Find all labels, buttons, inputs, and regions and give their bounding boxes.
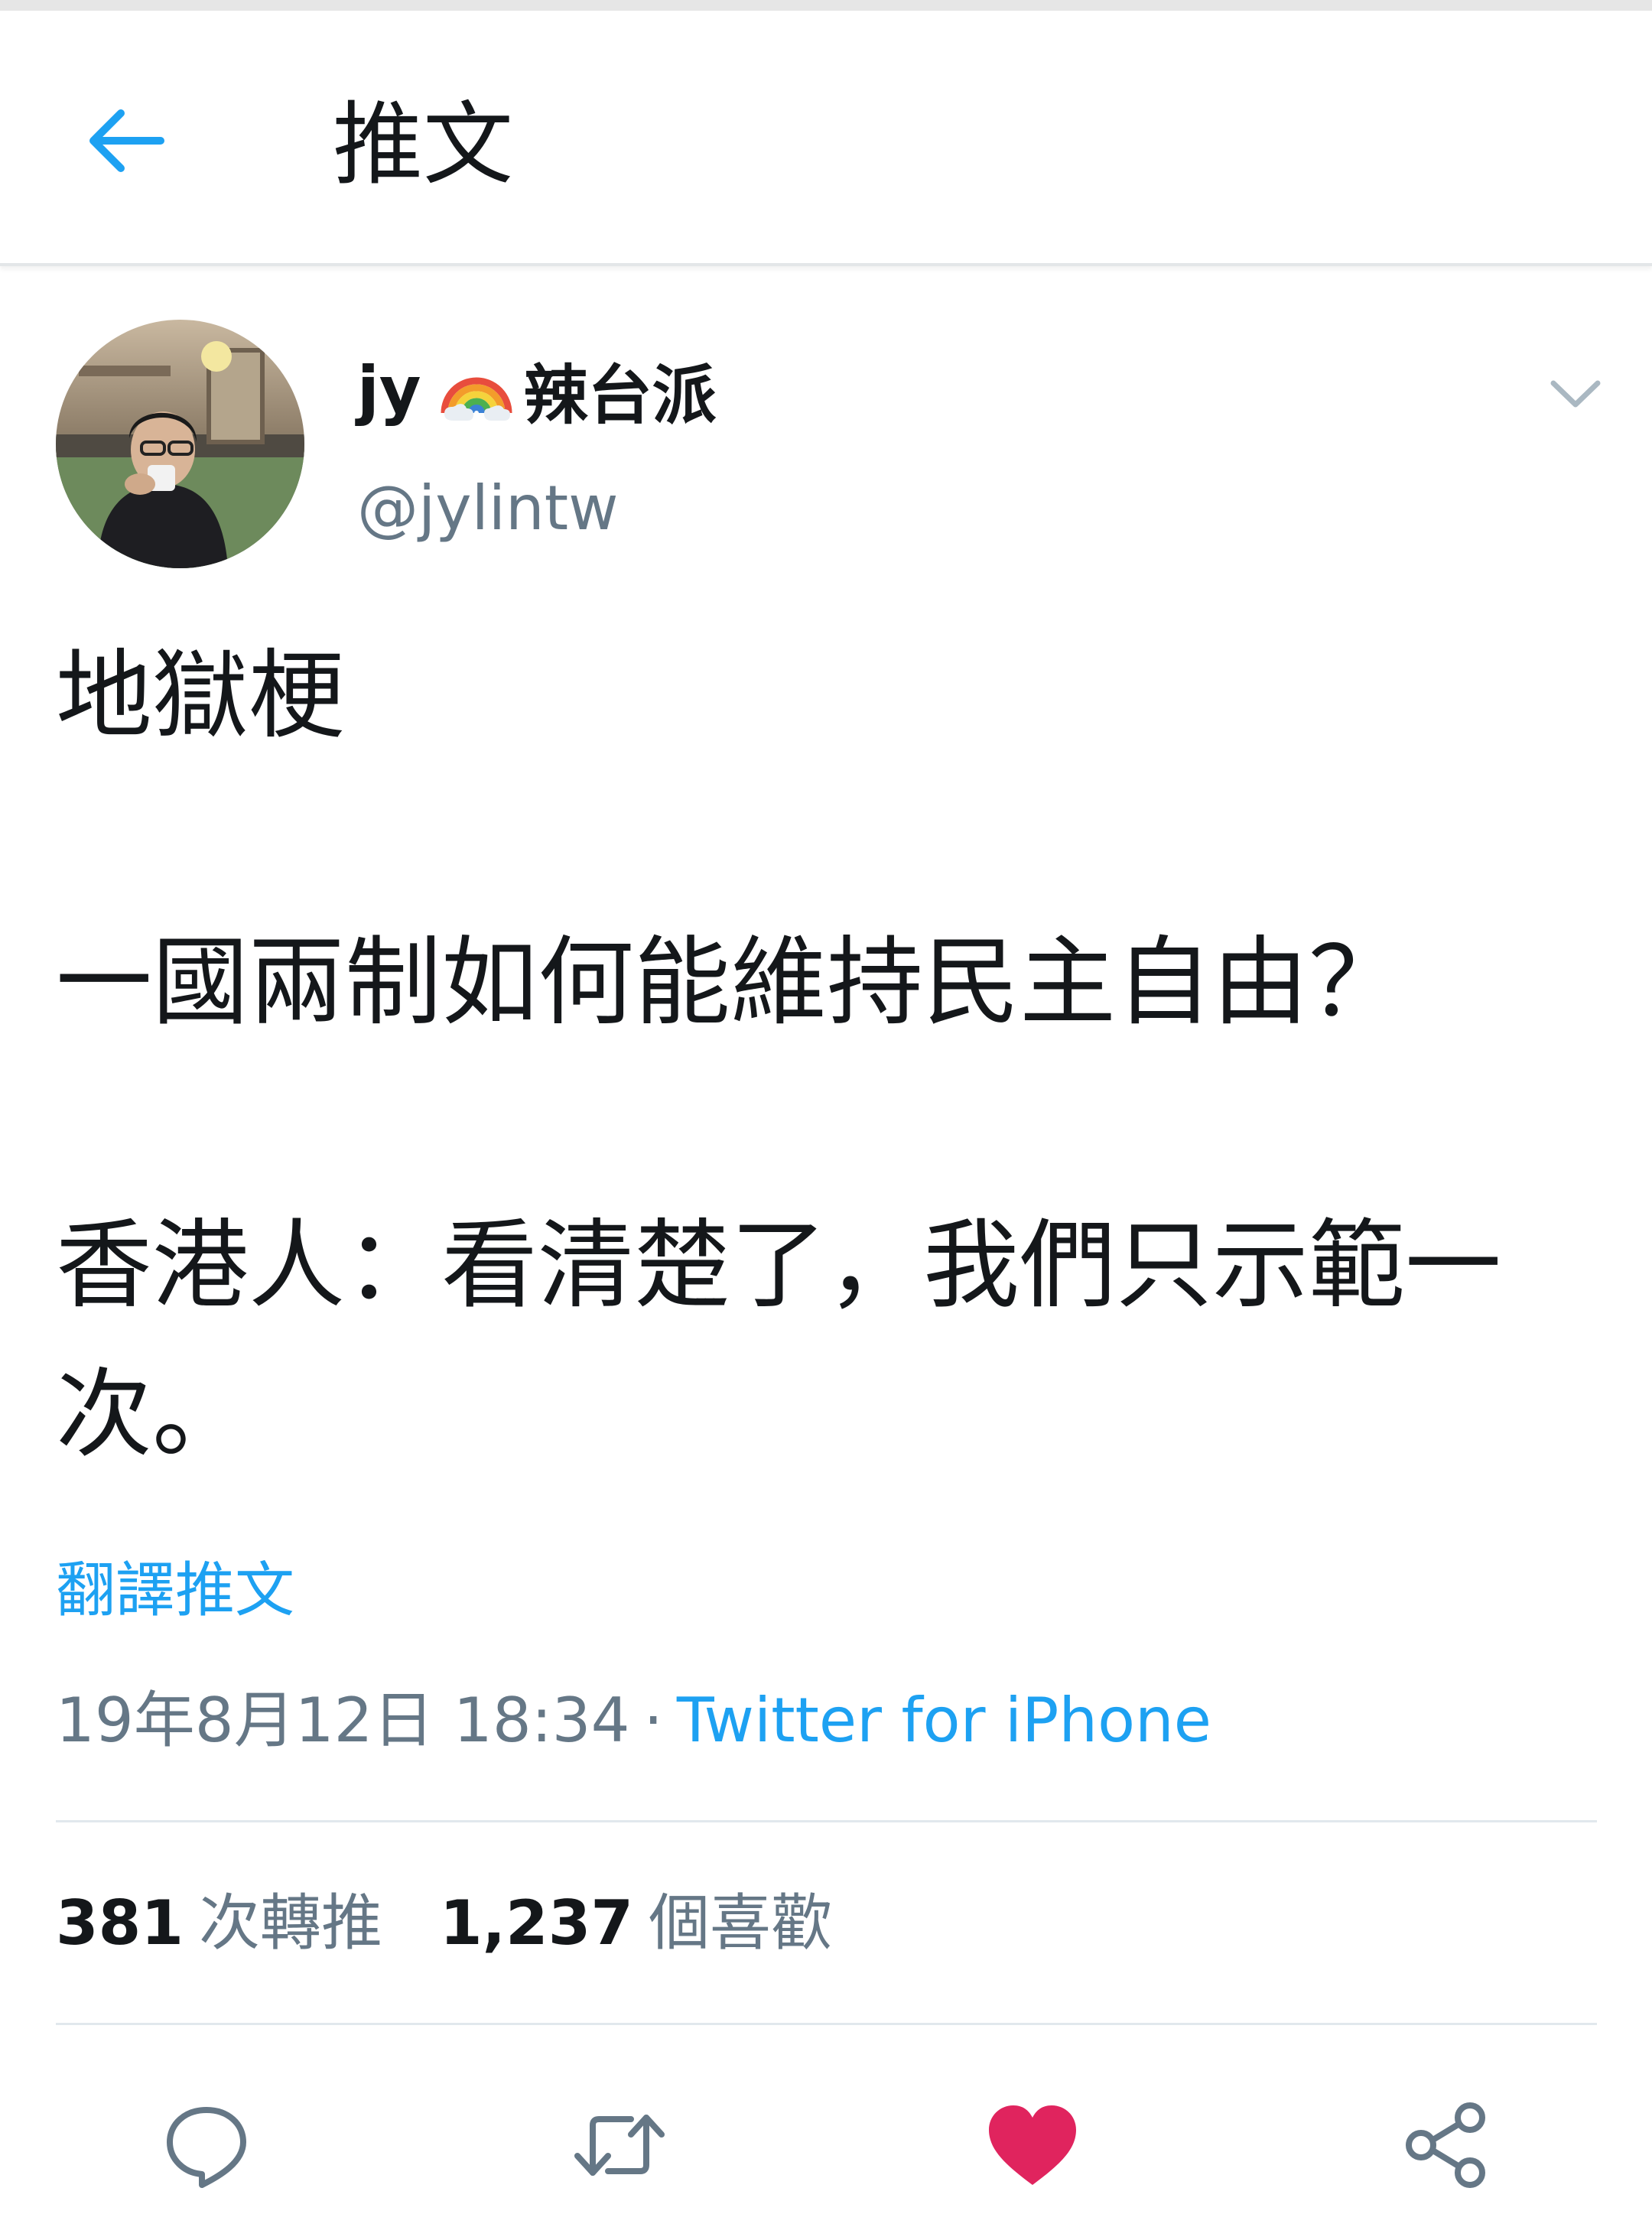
retweet-count[interactable]: 381 — [56, 1887, 184, 1959]
tweet-text-line: 香港人：看清楚了，我們只示範一 — [56, 1209, 1501, 1322]
like-button[interactable] — [975, 2088, 1090, 2203]
back-button[interactable] — [69, 83, 184, 198]
page-title: 推文 — [333, 92, 514, 197]
divider — [56, 1820, 1597, 1822]
rainbow-emoji-icon — [441, 377, 512, 421]
display-name-suffix: 辣台派 — [523, 357, 717, 433]
divider — [56, 2023, 1597, 2025]
meta-separator: · — [643, 1685, 663, 1756]
tweet-options-button[interactable] — [1537, 356, 1614, 432]
like-count[interactable]: 1,237 — [440, 1887, 633, 1959]
retweet-button[interactable] — [562, 2088, 677, 2203]
tweet-text-line: 次。 — [56, 1358, 249, 1471]
avatar-photo — [56, 320, 304, 568]
display-name-prefix: jy — [357, 353, 421, 428]
like-count-label[interactable]: 個喜歡 — [649, 1887, 832, 1959]
share-icon — [1406, 2102, 1485, 2188]
arrow-left-icon — [89, 109, 164, 172]
retweet-icon — [574, 2115, 665, 2176]
retweet-count-label[interactable]: 次轉推 — [199, 1887, 382, 1959]
translate-tweet-link[interactable]: 翻譯推文 — [56, 1549, 294, 1633]
avatar[interactable] — [56, 320, 304, 568]
tweet-text-line: 一國兩制如何能維持民主自由？ — [56, 926, 1405, 1039]
share-button[interactable] — [1388, 2088, 1503, 2203]
user-handle[interactable]: @jylintw — [357, 467, 619, 551]
tweet-timestamp: 19年8月12日 18:34 — [56, 1685, 630, 1756]
tweet-text-line: 地獄梗 — [56, 639, 345, 752]
reply-bubble-icon — [167, 2107, 246, 2188]
display-name[interactable]: jy 辣台派 — [357, 348, 717, 433]
heart-icon — [989, 2105, 1076, 2185]
chevron-down-icon — [1550, 380, 1601, 408]
reply-button[interactable] — [149, 2088, 264, 2203]
status-bar-strip — [0, 0, 1652, 11]
tweet-detail-screen: 推文 jy 辣台派 @jylintw 地獄梗 一國兩制如何能維持民主自由？ 香港… — [0, 0, 1652, 2240]
tweet-meta: 19年8月12日 18:34 · Twitter for iPhone — [56, 1679, 1211, 1763]
tweet-stats: 381 次轉推 1,237 個喜歡 — [56, 1881, 889, 1965]
app-bar: 推文 — [0, 11, 1652, 266]
tweet-source-link[interactable]: Twitter for iPhone — [677, 1685, 1211, 1756]
